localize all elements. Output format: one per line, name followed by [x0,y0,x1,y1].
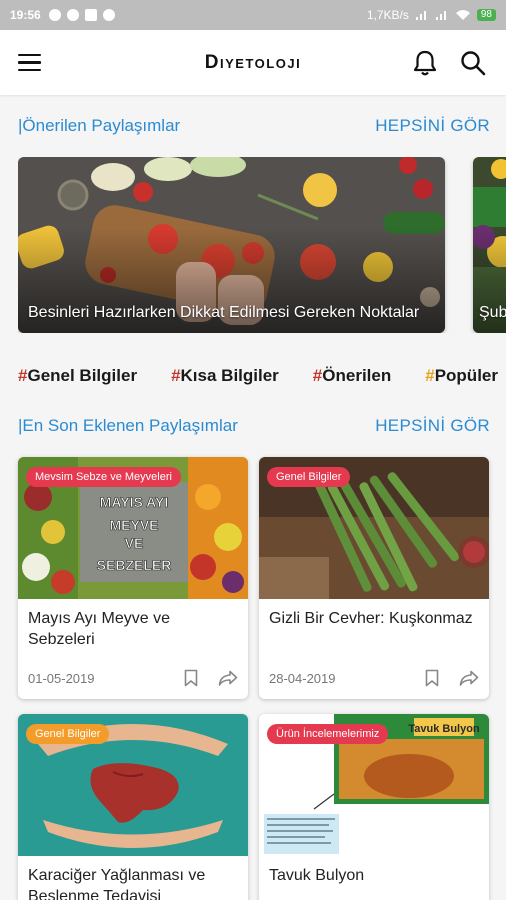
latest-section-title: |En Son Eklenen Paylaşımlar [18,416,238,435]
post-date: 28-04-2019 [269,670,336,686]
notification-dot-icon [102,9,115,21]
tag-genel-bilgiler[interactable]: #Genel Bilgiler [18,366,137,390]
signal-icon [415,11,426,20]
post-title: Mayıs Ayı Meyve ve Sebzeleri [28,610,170,648]
featured-caption: Besinleri Hazırlarken Dikkat Edilmesi Ge… [28,304,420,321]
post-card[interactable]: Tavuk Bulyon Ürün İncelemelerimiz Tavuk … [259,714,489,900]
post-card[interactable]: MAYIS AYI MEYVE VE SEBZELER Mevsim Sebze… [18,457,248,699]
post-meta: 01-05-2019 [18,653,248,693]
notification-dot-icon [66,9,79,21]
post-thumbnail: Genel Bilgiler [259,457,489,599]
product-label-text: Tavuk Bulyon [408,723,480,735]
post-meta: 28-04-2019 [259,653,489,693]
bookmark-icon[interactable] [184,669,198,687]
post-image-text-line: VE [125,535,144,551]
category-badge[interactable]: Genel Bilgiler [267,467,351,487]
category-badge[interactable]: Mevsim Sebze ve Meyveleri [26,467,181,487]
wifi-icon [455,10,470,20]
status-bar: 19:56 1,7KB/s 98 [0,0,506,30]
share-icon[interactable] [459,670,479,686]
post-title: Gizli Bir Cevher: Kuşkonmaz [269,610,473,627]
post-card[interactable]: Genel Bilgiler Gizli Bir Cevher: Kuşkonm… [259,457,489,699]
tag-populer[interactable]: #Popüler [425,366,498,390]
featured-section-header: |Önerilen Paylaşımlar HEPSİNİ GÖR [18,116,490,136]
post-title: Karaciğer Yağlanması ve Beslenme Tedavis… [28,867,206,900]
category-badge[interactable]: Ürün İncelemelerimiz [267,724,389,744]
post-image-text-line: MAYIS AYI [100,494,168,510]
battery-indicator: 98 [476,9,496,21]
featured-see-all-link[interactable]: HEPSİNİ GÖR [375,116,490,136]
featured-section-title: |Önerilen Paylaşımlar [18,116,181,135]
latest-section-header: |En Son Eklenen Paylaşımlar HEPSİNİ GÖR [18,416,490,436]
category-badge[interactable]: Genel Bilgiler [26,724,110,744]
menu-icon[interactable] [18,49,46,77]
post-thumbnail: Tavuk Bulyon Ürün İncelemelerimiz [259,714,489,856]
featured-card[interactable]: Şub [473,157,506,333]
post-image-text-line: MEYVE [109,517,158,533]
tag-kisa-bilgiler[interactable]: #Kısa Bilgiler [171,366,279,390]
latest-see-all-link[interactable]: HEPSİNİ GÖR [375,416,490,436]
app-bar: Diyetoloji [0,30,506,95]
post-title: Tavuk Bulyon [269,867,365,884]
notification-dot-icon [48,9,61,21]
post-image-text-line: SEBZELER [97,557,172,573]
share-icon[interactable] [218,670,238,686]
search-icon[interactable] [458,48,488,78]
signal-icon [435,11,446,20]
post-date: 01-05-2019 [28,670,95,686]
bookmark-icon[interactable] [425,669,439,687]
tag-onerilen[interactable]: #Önerilen [313,366,391,390]
featured-caption: Şub [479,304,506,321]
mail-icon [84,9,97,21]
hashtag-row: #Genel Bilgiler #Kısa Bilgiler #Önerilen… [18,366,506,390]
bell-icon[interactable] [410,48,440,78]
post-thumbnail: Genel Bilgiler [18,714,248,856]
post-thumbnail: MAYIS AYI MEYVE VE SEBZELER Mevsim Sebze… [18,457,248,599]
post-card[interactable]: Genel Bilgiler Karaciğer Yağlanması ve B… [18,714,248,900]
status-time: 19:56 [10,8,41,22]
featured-carousel[interactable]: Besinleri Hazırlarken Dikkat Edilmesi Ge… [18,157,506,333]
network-speed: 1,7KB/s [366,8,409,22]
featured-card[interactable]: Besinleri Hazırlarken Dikkat Edilmesi Ge… [18,157,445,333]
